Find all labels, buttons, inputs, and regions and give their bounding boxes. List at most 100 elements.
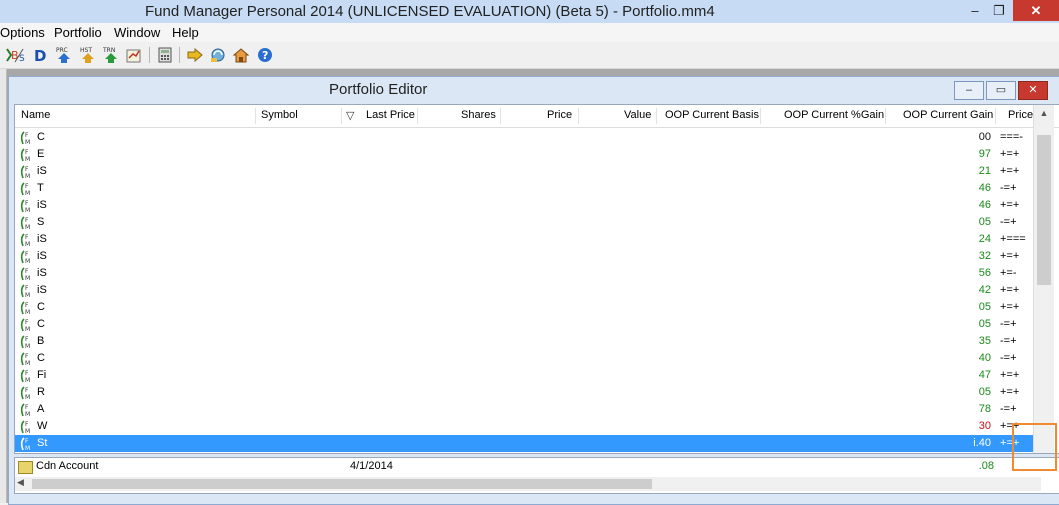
table-row[interactable]: F M E 97 +=+ [15, 146, 1033, 163]
menu-window[interactable]: Window [114, 25, 160, 40]
svg-text:F: F [25, 387, 29, 394]
fund-icon: FM [20, 420, 30, 434]
oop-gain-value: 35 [978, 335, 991, 347]
import-icon[interactable] [186, 46, 204, 64]
toolbar-separator [149, 47, 150, 63]
col-divider [578, 108, 579, 124]
minimize-button[interactable]: – [962, 0, 988, 21]
fund-icon: FM [20, 182, 30, 196]
table-row[interactable]: F MiS 21 +=+ [15, 163, 1033, 180]
menu-portfolio[interactable]: Portfolio [54, 25, 102, 40]
col-oop-current-basis[interactable]: OOP Current Basis [665, 109, 759, 121]
editor-close-button[interactable]: ✕ [1018, 81, 1048, 100]
fund-name: B [37, 335, 45, 347]
editor-maximize-button[interactable]: ▭ [986, 81, 1016, 100]
horizontal-scrollbar[interactable]: ◀ [15, 477, 1041, 491]
price-trend-value: +=+ [1000, 148, 1020, 160]
table-row[interactable]: F M C 05 +=+ [15, 299, 1033, 316]
menu-bar: Options Portfolio Window Help [0, 23, 1059, 42]
scroll-thumb[interactable] [1037, 135, 1051, 285]
col-symbol[interactable]: Symbol [261, 109, 298, 121]
col-name[interactable]: Name [21, 109, 50, 121]
menu-help[interactable]: Help [172, 25, 199, 40]
sort-indicator-icon[interactable]: ▽ [346, 109, 354, 122]
table-row[interactable]: F M S 05 -=+ [15, 214, 1033, 231]
price-trend-value: +=+ [1000, 369, 1020, 381]
table-row[interactable]: F M B 35 -=+ [15, 333, 1033, 350]
table-row[interactable]: F M T 46 -=+ [15, 180, 1033, 197]
refresh-icon[interactable] [209, 46, 227, 64]
window-title: Fund Manager Personal 2014 (UNLICENSED E… [145, 3, 715, 20]
table-row[interactable]: F M Fi 47 +=+ [15, 367, 1033, 384]
restore-button[interactable]: ❐ [986, 0, 1012, 21]
trn-icon[interactable]: TRN [102, 46, 120, 64]
fund-name: C [37, 352, 45, 364]
svg-text:HST: HST [80, 47, 92, 54]
table-row[interactable]: F M C 05 -=+ [15, 316, 1033, 333]
calculator-icon[interactable] [156, 46, 174, 64]
svg-text:F: F [25, 234, 29, 241]
svg-text:M: M [25, 377, 30, 383]
account-date: 4/1/2014 [350, 460, 393, 472]
table-row[interactable]: F M St i.40 +=+ [15, 435, 1033, 452]
scroll-left-icon[interactable]: ◀ [17, 477, 24, 488]
menu-options[interactable]: Options [0, 25, 45, 40]
portfolio-grid[interactable]: Name Symbol ▽ Last Price Shares Price Va… [14, 104, 1059, 454]
fund-icon: FM [20, 148, 30, 162]
fund-icon: FM [20, 131, 30, 145]
col-value[interactable]: Value [624, 109, 651, 121]
title-bar[interactable]: Fund Manager Personal 2014 (UNLICENSED E… [0, 0, 1059, 24]
oop-gain-value: 05 [978, 216, 991, 228]
help-icon[interactable]: ? [256, 46, 274, 64]
svg-text:F: F [25, 404, 29, 411]
table-row[interactable]: F M A 78 -=+ [15, 401, 1033, 418]
table-row[interactable]: F M C 00 ===- [15, 129, 1033, 146]
col-divider [341, 108, 342, 124]
toolbar-separator [179, 47, 180, 63]
col-divider [885, 108, 886, 124]
col-divider [255, 108, 256, 124]
col-divider [500, 108, 501, 124]
fund-icon: FM [20, 437, 30, 451]
home-icon[interactable] [232, 46, 250, 64]
table-row[interactable]: F M W 30 +=+ [15, 418, 1033, 435]
editor-minimize-button[interactable]: – [954, 81, 984, 100]
svg-text:M: M [25, 190, 30, 196]
table-row[interactable]: F MiS 56 +=- [15, 265, 1033, 282]
bs-icon[interactable]: BS [10, 46, 28, 64]
fund-icon: FM [20, 165, 30, 179]
vertical-scrollbar[interactable]: ▲ [1033, 105, 1054, 453]
report-icon[interactable] [125, 46, 143, 64]
d-icon[interactable]: D [32, 46, 50, 65]
col-oop-current-pct-gain[interactable]: OOP Current %Gain [784, 109, 884, 121]
fund-icon: FM [20, 216, 30, 230]
oop-gain-value: 97 [978, 148, 991, 160]
account-row[interactable]: Cdn Account 4/1/2014 .08 [18, 460, 1041, 475]
table-row[interactable]: F MiS 46 +=+ [15, 197, 1033, 214]
oop-gain-value: 40 [978, 352, 991, 364]
table-row[interactable]: F M C 40 -=+ [15, 350, 1033, 367]
fund-icon: FM [20, 335, 30, 349]
col-price[interactable]: Price [547, 109, 572, 121]
col-shares[interactable]: Shares [461, 109, 496, 121]
close-button[interactable]: ✕ [1013, 0, 1059, 21]
col-last-price[interactable]: Last Price [366, 109, 415, 121]
table-row[interactable]: F M R 05 +=+ [15, 384, 1033, 401]
scroll-up-icon[interactable]: ▲ [1034, 108, 1054, 122]
hscroll-thumb[interactable] [32, 479, 652, 489]
svg-text:F: F [25, 132, 29, 139]
fund-icon: FM [20, 403, 30, 417]
price-trend-value: +=+ [1000, 199, 1020, 211]
col-price-trend[interactable]: Price [1008, 109, 1033, 121]
col-oop-current-gain[interactable]: OOP Current Gain [903, 109, 993, 121]
table-row[interactable]: F MiS 42 +=+ [15, 282, 1033, 299]
price-trend-value: ===- [1000, 131, 1023, 143]
svg-text:TRN: TRN [102, 47, 115, 54]
hst-icon[interactable]: HST [79, 46, 97, 64]
col-divider [417, 108, 418, 124]
oop-gain-value: 30 [978, 420, 991, 432]
table-row[interactable]: F MiS 24 +=== [15, 231, 1033, 248]
svg-text:F: F [25, 217, 29, 224]
table-row[interactable]: F MiS 32 +=+ [15, 248, 1033, 265]
prc-icon[interactable]: PRC [55, 46, 73, 64]
